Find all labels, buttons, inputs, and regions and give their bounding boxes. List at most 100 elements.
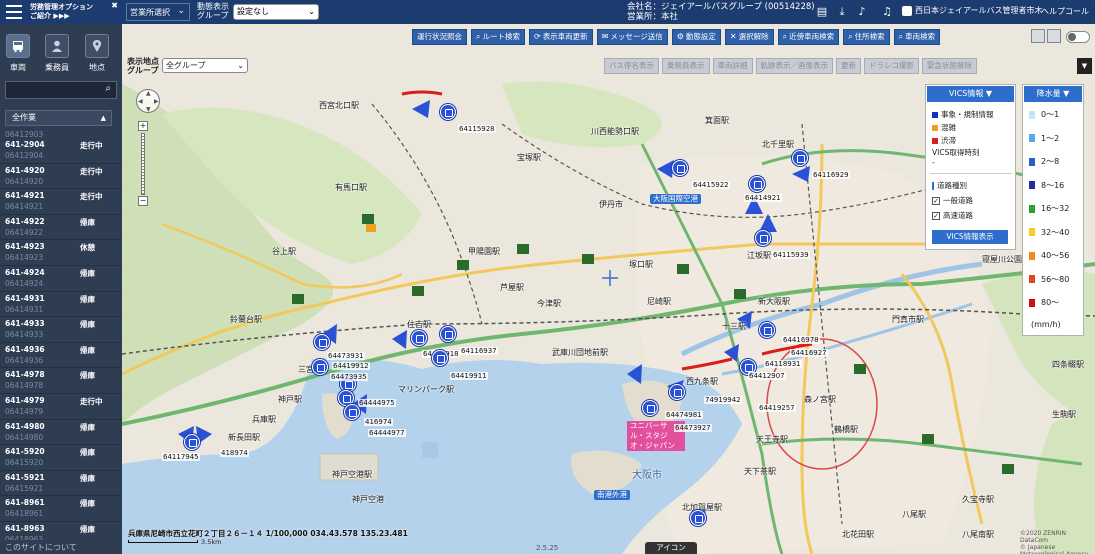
grid-layout-alt-icon[interactable] — [1047, 29, 1061, 43]
vehicle-list-item[interactable]: 641-8961 帰庫 06418961 — [0, 496, 122, 522]
search-icon: ⌕ — [476, 32, 481, 41]
toolbar-button[interactable]: ⌕ 住所検索 — [843, 29, 890, 45]
vehicle-status: 帰庫 — [80, 320, 95, 330]
map-toolbar-button[interactable]: 更新 — [836, 58, 861, 74]
vehicle-marker[interactable] — [690, 510, 706, 526]
grid-layout-icon[interactable] — [1031, 29, 1045, 43]
vehicle-marker[interactable] — [411, 330, 427, 346]
vics-display-button[interactable]: VICS情報表示 — [932, 230, 1008, 244]
expressway-checkbox[interactable]: ✓ 高速道路 — [932, 210, 973, 221]
vehicle-name: 641-2904 — [5, 140, 45, 149]
tab-location[interactable]: 地点 — [82, 34, 112, 73]
menu-icon[interactable] — [6, 5, 22, 19]
vehicle-marker[interactable] — [440, 326, 456, 342]
vehicle-list-item[interactable]: 641-4922 帰庫 06414922 — [0, 215, 122, 241]
call-link[interactable]: コール — [1065, 6, 1089, 17]
vehicle-list-item[interactable]: 641-8963 帰庫 06418963 — [0, 522, 122, 540]
vehicle-marker[interactable] — [314, 334, 330, 350]
toolbar-button[interactable]: ⌕ 近傍車両検索 — [777, 29, 840, 45]
vehicle-marker[interactable] — [432, 350, 448, 366]
close-icon[interactable]: ✖ — [111, 1, 118, 10]
vehicle-marker-label: 74919942 — [704, 396, 742, 404]
layout-switcher[interactable] — [1031, 29, 1061, 43]
map-toolbar-button[interactable]: 乗務員表示 — [662, 58, 710, 74]
map-toolbar-button[interactable]: 緊急状態解除 — [922, 58, 977, 74]
vehicle-list-item[interactable]: 641-5920 帰庫 06415920 — [0, 445, 122, 471]
vics-panel-header[interactable]: VICS情報 ▼ — [927, 86, 1014, 102]
tab-vehicle[interactable]: 車両 — [3, 34, 33, 73]
zoom-out-button[interactable]: − — [138, 196, 148, 206]
tab-crew[interactable]: 乗務員 — [42, 34, 72, 73]
toolbar-collapse-button[interactable]: ▼ — [1077, 58, 1092, 74]
place-label: 西九条駅 — [686, 377, 718, 386]
vehicle-list-item[interactable]: 641-2904 走行中 06412904 — [0, 138, 122, 164]
vehicle-list[interactable]: 06412903 641-2904 走行中 06412904 641-4920 走行中 0… — [0, 130, 122, 540]
pan-down-icon[interactable]: ▼ — [146, 106, 151, 113]
vehicle-list-item[interactable]: 641-5921 帰庫 06415921 — [0, 471, 122, 497]
notification-icon[interactable]: ♫ — [879, 4, 895, 20]
vehicle-list-item[interactable]: 641-4931 帰庫 06414931 — [0, 292, 122, 318]
vehicle-list-item[interactable]: 641-4980 帰庫 06414980 — [0, 420, 122, 446]
zoom-in-button[interactable]: + — [138, 121, 148, 131]
vehicle-marker[interactable] — [312, 359, 328, 375]
vehicle-marker[interactable] — [755, 230, 771, 246]
vehicle-marker-label: 64115928 — [458, 125, 496, 133]
vehicle-marker[interactable] — [642, 400, 658, 416]
toolbar-button[interactable]: ✕ 選択解除 — [724, 29, 774, 45]
vehicle-list-item[interactable]: 641-4921 走行中 06414921 — [0, 189, 122, 215]
work-filter-select[interactable]: 全作業 ▲ — [5, 110, 112, 126]
vehicle-list-item[interactable]: 641-4978 帰庫 06414978 — [0, 368, 122, 394]
toolbar-button[interactable]: ⟳ 表示車両更新 — [528, 29, 593, 45]
vehicle-marker[interactable] — [672, 160, 688, 176]
vehicle-list-item[interactable]: 641-4923 休憩 06414923 — [0, 240, 122, 266]
print-icon[interactable]: ▤ — [814, 4, 830, 20]
map-toolbar-button[interactable]: 車両詳細 — [712, 58, 753, 74]
rain-level-label: 56〜80 — [1041, 274, 1070, 284]
place-label: 江坂駅 — [747, 251, 771, 260]
checkbox-checked-icon[interactable]: ✓ — [932, 196, 940, 205]
brand[interactable]: 労務管理オプション ご紹介 ▶▶▶ ✖ — [0, 0, 122, 24]
vehicle-marker[interactable] — [440, 104, 456, 120]
map-toolbar-button[interactable]: 軌跡表示／画像表示 — [755, 58, 833, 74]
toolbar-button[interactable]: ✉ メッセージ送信 — [596, 29, 668, 45]
vehicle-list-item[interactable]: 641-4924 帰庫 06414924 — [0, 266, 122, 292]
icon-tab[interactable]: アイコン — [645, 542, 697, 554]
map-toolbar-button[interactable]: ドラレコ撮影 — [864, 58, 919, 74]
about-site-link[interactable]: このサイトについて — [5, 542, 77, 553]
general-road-checkbox[interactable]: ✓ 一般道路 — [932, 195, 973, 206]
search-icon[interactable]: ⌕ — [105, 83, 111, 94]
pan-right-icon[interactable]: ▶ — [154, 98, 159, 105]
vehicle-marker[interactable] — [344, 404, 360, 420]
vehicle-list-item[interactable]: 641-4920 走行中 06414920 — [0, 164, 122, 190]
pan-left-icon[interactable]: ◀ — [138, 98, 143, 105]
vehicle-list-item[interactable]: 641-4979 走行中 06414979 — [0, 394, 122, 420]
help-link[interactable]: ヘルプ — [1041, 6, 1065, 17]
user-area[interactable]: 西日本ジェイアールバス管理者市木 — [902, 5, 1043, 16]
vehicle-search-input[interactable]: ⌕ — [5, 81, 117, 99]
dyn-group-select[interactable]: 設定なし ⌄ — [233, 4, 319, 20]
office-select[interactable]: 営業所選択 ⌄ — [126, 3, 190, 21]
legend-swatch — [1029, 181, 1035, 189]
checkbox-checked-icon[interactable]: ✓ — [932, 211, 940, 220]
vehicle-marker[interactable] — [759, 322, 775, 338]
rain-panel-header[interactable]: 降水量 ▼ — [1024, 86, 1082, 102]
vehicle-list-item[interactable]: 641-4933 帰庫 06414933 — [0, 317, 122, 343]
bell-icon[interactable]: ♪ — [854, 4, 870, 20]
toolbar-button[interactable]: ⚙ 動態設定 — [671, 29, 721, 45]
vehicle-list-item[interactable]: 641-4936 帰庫 06414936 — [0, 343, 122, 369]
vehicle-marker[interactable] — [792, 150, 808, 166]
toolbar-button[interactable]: ⌕ ルート検索 — [471, 29, 525, 45]
toolbar-button[interactable]: ⌕ 車両検索 — [893, 29, 941, 45]
map-toggle[interactable] — [1066, 31, 1090, 43]
map-toolbar-button[interactable]: バス停名表示 — [604, 58, 659, 74]
pan-control[interactable]: ▲ ▼ ◀ ▶ — [136, 89, 160, 113]
pan-up-icon[interactable]: ▲ — [146, 90, 151, 97]
download-icon[interactable]: ⤓ — [834, 4, 850, 20]
vehicle-marker[interactable] — [184, 434, 200, 450]
vehicle-marker-label: 64118931 — [764, 360, 802, 368]
zoom-slider[interactable] — [141, 133, 145, 195]
vehicle-marker[interactable] — [749, 176, 765, 192]
vehicle-marker[interactable] — [669, 384, 685, 400]
location-group-select[interactable]: 全グループ ⌄ — [162, 58, 248, 73]
toolbar-button[interactable]: 運行状況照会 — [412, 29, 467, 45]
